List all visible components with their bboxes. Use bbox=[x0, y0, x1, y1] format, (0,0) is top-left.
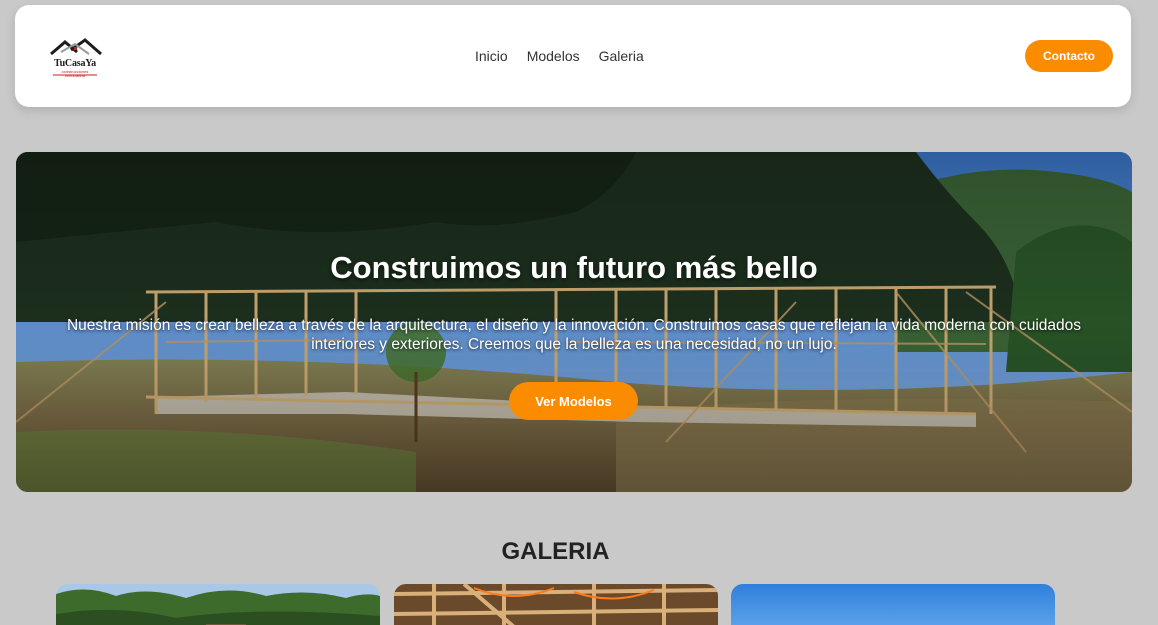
gallery-title: GALERIA bbox=[501, 538, 610, 565]
brand-tagline: construcciones inmobiliaria bbox=[61, 69, 89, 78]
gallery-image-frame bbox=[394, 584, 718, 625]
hero-title: Construimos un futuro más bello bbox=[330, 250, 818, 285]
gallery-card[interactable] bbox=[731, 584, 1055, 625]
nav-link-galeria[interactable]: Galeria bbox=[599, 47, 644, 65]
brand-name: TuCasaYa bbox=[54, 58, 96, 69]
hero-description: Nuestra misión es crear belleza a través… bbox=[66, 317, 1082, 353]
brand-logo[interactable]: TuCasaYa construcciones inmobiliaria bbox=[47, 38, 103, 80]
nav-link-inicio[interactable]: Inicio bbox=[475, 47, 508, 65]
navbar: TuCasaYa construcciones inmobiliaria Ini… bbox=[15, 5, 1131, 107]
view-models-button[interactable]: Ver Modelos bbox=[509, 382, 638, 420]
gallery-card[interactable] bbox=[56, 584, 380, 625]
gallery-image-trees bbox=[56, 584, 380, 625]
contact-button[interactable]: Contacto bbox=[1025, 40, 1113, 72]
hero-section: Construimos un futuro más bello Nuestra … bbox=[16, 152, 1132, 492]
nav-menu: Inicio Modelos Galeria bbox=[475, 47, 644, 65]
nav-link-modelos[interactable]: Modelos bbox=[527, 47, 580, 65]
gallery-image-sky bbox=[731, 584, 1055, 625]
gallery-card[interactable] bbox=[394, 584, 718, 625]
